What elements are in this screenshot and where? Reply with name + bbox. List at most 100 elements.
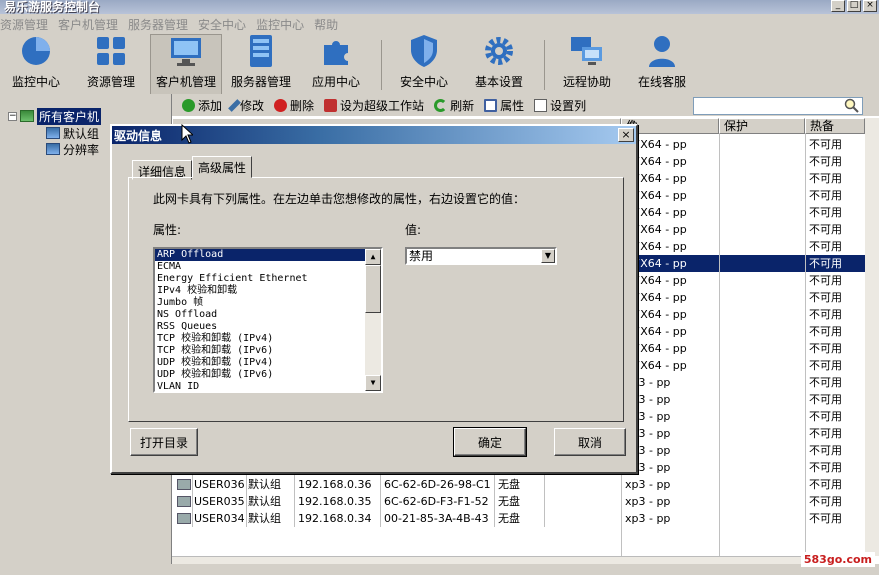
search-icon[interactable] [844,98,860,114]
cell-hotstandby: 不可用 [809,376,842,389]
cell-image: xp3 - pp [625,478,671,491]
edit-button[interactable]: 修改 [228,97,264,114]
grid-horizontal-scrollbar[interactable] [172,556,865,564]
toolbar-separator [381,40,382,90]
app-title: 易乐游服务控制台 [4,0,101,14]
tree-item-resolution[interactable]: 分辨率 [46,141,99,157]
property-list-item[interactable]: TCP 校验和卸载 (IPv4) [155,333,381,345]
grid-icon [93,34,129,68]
chevron-down-icon[interactable]: ▼ [541,249,555,263]
property-list-item[interactable]: VLAN ID [155,381,381,391]
properties-button[interactable]: 属性 [484,97,524,114]
toolbar-label: 在线客服 [637,75,686,89]
cell-hotstandby: 不可用 [809,444,842,457]
dialog-description: 此网卡具有下列属性。在左边单击您想修改的属性，右边设置它的值： [153,192,526,206]
client-computer-icon [177,479,191,490]
table-row[interactable]: USER035 默认组 192.168.0.35 6C-62-6D-F3-F1-52 无… [172,493,865,510]
grid-header-hotstandby[interactable]: 热备 [805,118,865,134]
table-row[interactable]: USER036 默认组 192.168.0.36 6C-62-6D-26-98-C1 无… [172,476,865,493]
cell-hot: 不可用 [809,478,842,491]
search-input[interactable] [693,97,863,115]
grid-vertical-scrollbar[interactable] [865,118,879,556]
minimize-button[interactable]: _ [831,0,845,12]
property-list-item[interactable]: Jumbo 帧 [155,297,381,309]
toolbar-basic-settings[interactable]: 基本设置 [463,34,535,94]
property-listbox[interactable]: ARP Offload ECMA Energy Efficient Ethernet… [153,247,383,393]
menu-item[interactable]: 帮助 [314,16,338,33]
maximize-button[interactable]: □ [847,0,861,12]
refresh-icon [434,98,448,112]
tree-collapse-icon[interactable]: − [8,111,17,121]
title-bar: 易乐游服务控制台 _ □ × [0,0,879,14]
toolbar-label: 远程协助 [562,75,611,89]
table-row[interactable]: USER034 默认组 192.168.0.34 00-21-85-3A-4B-43 无… [172,510,865,527]
property-list-item[interactable]: RSS Queues [155,321,381,333]
scroll-down-icon[interactable]: ▼ [365,375,381,391]
cell-hotstandby: 不可用 [809,325,842,338]
puzzle-icon [318,34,354,68]
cell-hotstandby: 不可用 [809,138,842,151]
property-list-scrollbar[interactable]: ▲ ▼ [365,249,381,391]
tree-item-label: 分辨率 [63,142,100,157]
open-directory-button[interactable]: 打开目录 [130,428,198,456]
property-list-item[interactable]: UDP 校验和卸载 (IPv6) [155,369,381,381]
ok-button[interactable]: 确定 [453,427,527,457]
property-list-item[interactable]: NS Offload [155,309,381,321]
client-computer-icon [177,513,191,524]
toolbar-security-center[interactable]: 安全中心 [388,34,460,94]
cell-name: USER036 [194,478,245,491]
delete-button[interactable]: 删除 [274,97,314,114]
toolbar-client-mgmt[interactable]: 客户机管理 [150,34,222,94]
toolbar-app-center[interactable]: 应用中心 [300,34,372,94]
cell-image: xp3 - pp [625,512,671,525]
menu-item[interactable]: 客户机管理 [58,16,118,33]
client-group-icon [46,127,60,139]
cell-ip: 192.168.0.34 [298,512,372,525]
property-list-item[interactable]: ARP Offload [155,249,381,261]
cell-name: USER035 [194,495,245,508]
scroll-thumb[interactable] [365,265,381,313]
cell-hotstandby: 不可用 [809,206,842,219]
tree-item-default[interactable]: 默认组 [46,125,99,141]
set-columns-button[interactable]: 设置列 [534,97,586,114]
cell-mac: 00-21-85-3A-4B-43 [384,512,489,525]
menu-item[interactable]: 服务器管理 [128,16,188,33]
cell-hotstandby: 不可用 [809,393,842,406]
menu-item[interactable]: 监控中心 [256,16,304,33]
property-list-item[interactable]: ECMA [155,261,381,273]
cell-disk: 无盘 [498,478,520,491]
person-icon [644,34,680,68]
close-button[interactable]: × [863,0,877,12]
toolbar-remote-assist[interactable]: 远程协助 [551,34,623,94]
property-list-item[interactable]: TCP 校验和卸载 (IPv6) [155,345,381,357]
grid-header-protect[interactable]: 保护 [719,118,805,134]
cancel-button[interactable]: 取消 [554,428,626,456]
cell-hot: 不可用 [809,461,842,474]
menu-item[interactable]: 安全中心 [198,16,246,33]
gear-icon [481,34,517,68]
add-button[interactable]: 添加 [182,97,222,114]
cell-mac: 6C-62-6D-26-98-C1 [384,478,491,491]
pie-chart-icon [18,34,54,68]
set-super-workstation-button[interactable]: 设为超级工作站 [324,97,424,114]
property-list-item[interactable]: Energy Efficient Ethernet [155,273,381,285]
value-select[interactable]: 禁用 ▼ [405,247,557,265]
toolbar-monitor-center[interactable]: 监控中心 [0,34,72,94]
cell-hotstandby: 不可用 [809,223,842,236]
columns-icon [534,98,548,112]
cell-hotstandby: 不可用 [809,172,842,185]
toolbar-resource-mgmt[interactable]: 资源管理 [75,34,147,94]
client-group-icon [20,110,34,122]
tab-advanced[interactable]: 高级属性 [192,156,253,178]
scroll-up-icon[interactable]: ▲ [365,249,381,265]
toolbar-online-support[interactable]: 在线客服 [626,34,698,94]
dialog-close-button[interactable]: × [618,128,634,142]
tree-root[interactable]: − 所有客户机 [8,107,102,125]
property-list-item[interactable]: IPv4 校验和卸载 [155,285,381,297]
refresh-button[interactable]: 刷新 [434,97,474,114]
cell-group: 默认组 [248,478,281,491]
grid-line [719,134,720,556]
toolbar-server-mgmt[interactable]: 服务器管理 [225,34,297,94]
property-list-item[interactable]: UDP 校验和卸载 (IPv4) [155,357,381,369]
menu-item[interactable]: 资源管理 [0,16,48,33]
